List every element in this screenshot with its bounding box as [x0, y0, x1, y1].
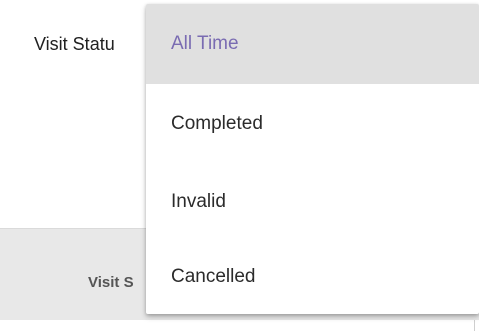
table-border [474, 320, 475, 331]
option-label: Cancelled [171, 265, 256, 287]
page: Visit Statu Visit S All Time Completed I… [0, 0, 479, 331]
option-all-time[interactable]: All Time [146, 4, 479, 84]
option-invalid[interactable]: Invalid [146, 164, 479, 239]
option-label: Invalid [171, 190, 226, 212]
option-completed[interactable]: Completed [146, 84, 479, 164]
option-label: Completed [171, 113, 263, 134]
option-label: All Time [171, 33, 239, 54]
visit-status-dropdown-menu: All Time Completed Invalid Cancelled [146, 4, 479, 314]
option-cancelled[interactable]: Cancelled [146, 239, 479, 314]
visit-status-filter-label: Visit Statu [34, 34, 115, 54]
column-header-visit-status[interactable]: Visit S [88, 274, 134, 291]
